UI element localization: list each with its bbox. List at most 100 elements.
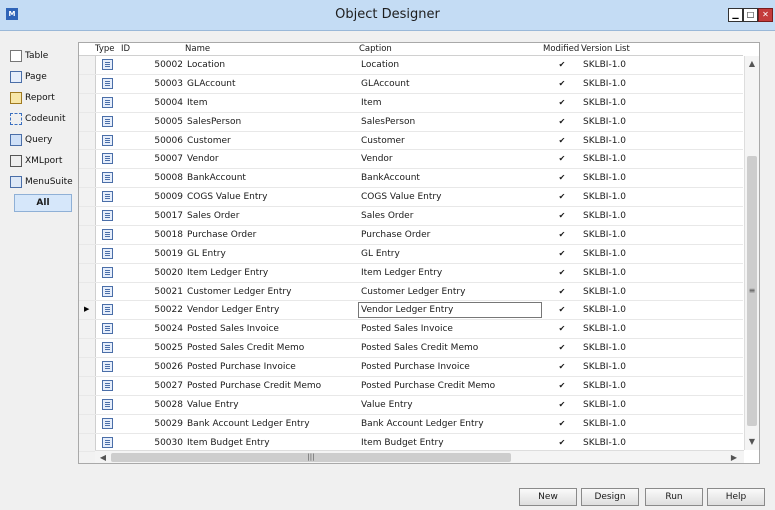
row-selector[interactable] [79,414,96,433]
column-header-type[interactable]: Type [95,44,115,54]
modified-check-icon[interactable]: ✔ [557,419,567,428]
cell-name[interactable]: Location [187,60,225,70]
new-button[interactable]: New [519,488,577,506]
cell-version-list[interactable]: SKLBI-1.0 [583,305,626,315]
row-selector[interactable] [79,207,96,225]
cell-version-list[interactable]: SKLBI-1.0 [583,117,626,127]
row-selector[interactable] [79,376,96,395]
row-selector[interactable] [79,74,96,93]
modified-check-icon[interactable]: ✔ [557,211,567,220]
cell-version-list[interactable]: SKLBI-1.0 [583,154,626,164]
cell-name[interactable]: Item [187,98,208,108]
cell-caption[interactable]: SalesPerson [361,117,415,127]
cell-name[interactable]: Item Ledger Entry [187,268,268,278]
cell-version-list[interactable]: SKLBI-1.0 [583,400,626,410]
cell-caption[interactable]: Vendor Ledger Entry [361,305,453,315]
modified-check-icon[interactable]: ✔ [557,154,567,163]
cell-id[interactable]: 50019 [153,249,183,259]
cell-name[interactable]: Vendor [187,154,219,164]
modified-check-icon[interactable]: ✔ [557,381,567,390]
cell-version-list[interactable]: SKLBI-1.0 [583,230,626,240]
table-row[interactable]: 50002 Location Location ✔ SKLBI-1.0 [79,56,743,75]
cell-caption[interactable]: Posted Sales Invoice [361,324,453,334]
cell-id[interactable]: 50027 [153,381,183,391]
sidebar-item-report[interactable]: Report [10,87,74,108]
design-button[interactable]: Design [581,488,639,506]
cell-id[interactable]: 50002 [153,60,183,70]
cell-version-list[interactable]: SKLBI-1.0 [583,324,626,334]
sidebar-item-codeunit[interactable]: Codeunit [10,108,74,129]
table-row[interactable]: 50018 Purchase Order Purchase Order ✔ SKLBI-… [79,225,743,245]
row-selector[interactable] [79,263,96,282]
cell-name[interactable]: Value Entry [187,400,239,410]
column-header-caption[interactable]: Caption [359,44,392,54]
table-row[interactable]: 50025 Posted Sales Credit Memo Posted Sale… [79,339,743,358]
modified-check-icon[interactable]: ✔ [557,324,567,333]
table-row[interactable]: 50007 Vendor Vendor ✔ SKLBI-1.0 [79,150,743,170]
table-row[interactable]: 50028 Value Entry Value Entry ✔ SKLBI-1.0 [79,395,743,415]
cell-version-list[interactable]: SKLBI-1.0 [583,79,626,89]
sidebar-item-page[interactable]: Page [10,66,74,87]
cell-name[interactable]: Posted Sales Invoice [187,324,279,334]
row-selector[interactable] [79,244,96,263]
scroll-down-icon[interactable]: ▼ [745,436,759,448]
modified-check-icon[interactable]: ✔ [557,79,567,88]
close-button[interactable]: ✕ [758,8,773,22]
cell-name[interactable]: Posted Purchase Invoice [187,362,296,372]
cell-caption[interactable]: GL Entry [361,249,400,259]
cell-id[interactable]: 50028 [153,400,183,410]
cell-version-list[interactable]: SKLBI-1.0 [583,287,626,297]
sidebar-item-query[interactable]: Query [10,129,74,150]
cell-version-list[interactable]: SKLBI-1.0 [583,268,626,278]
table-row[interactable]: 50008 BankAccount BankAccount ✔ SKLBI-1.0 [79,169,743,189]
row-selector[interactable] [79,395,96,414]
table-row[interactable]: 50003 GLAccount GLAccount ✔ SKLBI-1.0 [79,74,743,94]
cell-caption[interactable]: GLAccount [361,79,410,89]
maximize-button[interactable]: □ [743,8,758,22]
table-row[interactable]: 50022 Vendor Ledger Entry Vendor Ledger En… [79,301,743,321]
cell-name[interactable]: Purchase Order [187,230,256,240]
cell-version-list[interactable]: SKLBI-1.0 [583,362,626,372]
cell-version-list[interactable]: SKLBI-1.0 [583,249,626,259]
cell-caption[interactable]: Posted Purchase Credit Memo [361,381,495,391]
cell-caption[interactable]: Posted Purchase Invoice [361,362,470,372]
table-row[interactable]: 50009 COGS Value Entry COGS Value Entry ✔ SK… [79,188,743,207]
scroll-left-icon[interactable]: ◀ [97,451,109,463]
sidebar-item-menusuite[interactable]: MenuSuite [10,171,74,192]
cell-id[interactable]: 50021 [153,287,183,297]
row-selector[interactable] [79,56,96,74]
modified-check-icon[interactable]: ✔ [557,287,567,296]
column-header-version-list[interactable]: Version List [581,44,630,54]
cell-name[interactable]: Customer Ledger Entry [187,287,291,297]
cell-id[interactable]: 50009 [153,192,183,202]
table-row[interactable]: 50021 Customer Ledger Entry Customer Ledge… [79,282,743,302]
cell-id[interactable]: 50030 [153,438,183,448]
cell-caption[interactable]: Item Budget Entry [361,438,444,448]
cell-name[interactable]: Sales Order [187,211,239,221]
cell-version-list[interactable]: SKLBI-1.0 [583,60,626,70]
vertical-scrollbar[interactable]: ▲ ≡ ▼ [744,56,759,450]
cell-name[interactable]: Bank Account Ledger Entry [187,419,310,429]
cell-name[interactable]: Vendor Ledger Entry [187,305,279,315]
cell-id[interactable]: 50007 [153,154,183,164]
cell-id[interactable]: 50024 [153,324,183,334]
table-row[interactable]: 50004 Item Item ✔ SKLBI-1.0 [79,93,743,113]
modified-check-icon[interactable]: ✔ [557,268,567,277]
cell-version-list[interactable]: SKLBI-1.0 [583,419,626,429]
cell-id[interactable]: 50018 [153,230,183,240]
cell-id[interactable]: 50017 [153,211,183,221]
modified-check-icon[interactable]: ✔ [557,192,567,201]
cell-id[interactable]: 50025 [153,343,183,353]
modified-check-icon[interactable]: ✔ [557,305,567,314]
cell-id[interactable]: 50006 [153,136,183,146]
help-button[interactable]: Help [707,488,765,506]
cell-caption[interactable]: Customer Ledger Entry [361,287,465,297]
sidebar-item-all[interactable]: All [14,194,72,212]
row-selector[interactable] [79,112,96,131]
cell-caption[interactable]: COGS Value Entry [361,192,441,202]
modified-check-icon[interactable]: ✔ [557,173,567,182]
cell-id[interactable]: 50026 [153,362,183,372]
modified-check-icon[interactable]: ✔ [557,136,567,145]
cell-caption[interactable]: Item [361,98,382,108]
cell-id[interactable]: 50022 [153,305,183,315]
